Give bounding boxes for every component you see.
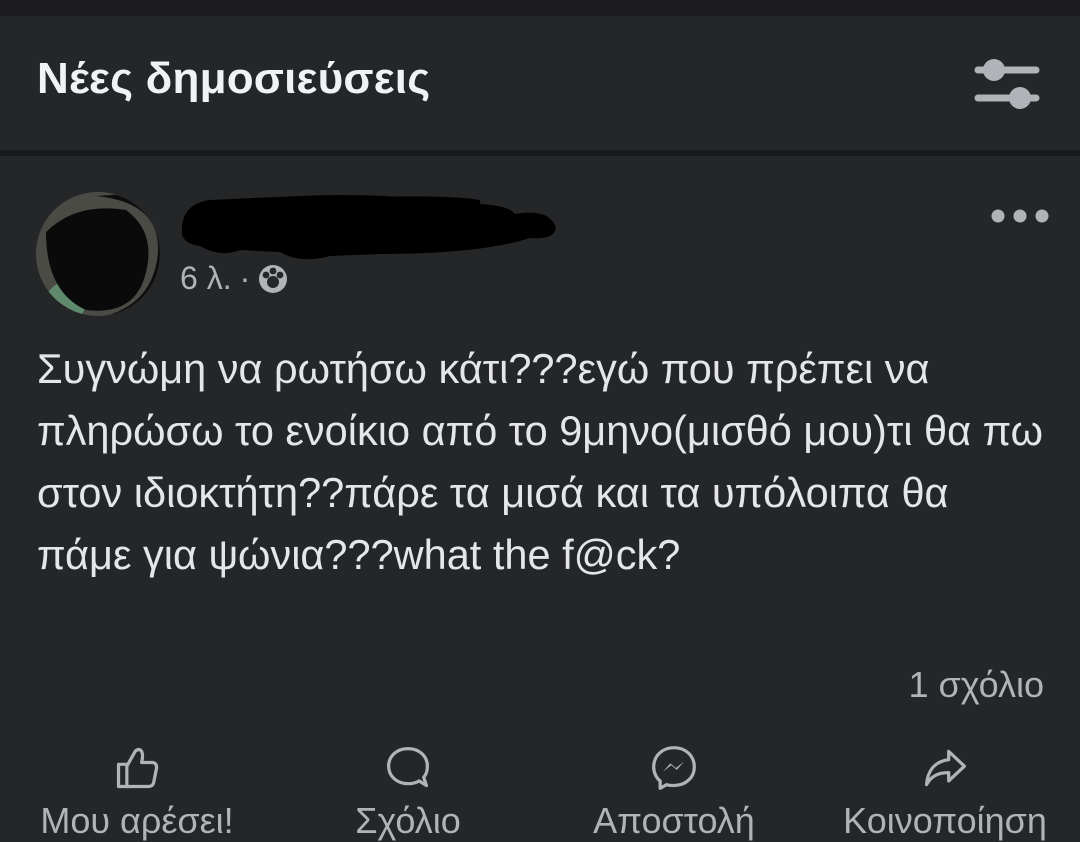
send-label: Αποστολή (593, 800, 755, 841)
avatar[interactable] (36, 192, 160, 316)
thumbs-up-icon (116, 747, 159, 789)
comment-button[interactable]: Σχόλιο (318, 738, 498, 842)
post-body-text: Συγνώμη να ρωτήσω κάτι???εγώ που πρέπει … (37, 345, 1044, 578)
meta-separator: · (239, 260, 251, 296)
share-label: Κοινοποίηση (843, 800, 1047, 841)
messenger-icon (652, 746, 696, 790)
more-horizontal-icon (991, 209, 1049, 223)
like-label: Μου αρέσει! (40, 800, 234, 841)
post-actions-bar: Μου αρέσει! Σχόλιο Αποστολή Κοινοποίηση (0, 738, 1080, 842)
more-options-button[interactable] (986, 200, 1054, 232)
share-button[interactable]: Κοινοποίηση (830, 738, 1060, 842)
status-bar-strip (0, 0, 1080, 16)
comment-label: Σχόλιο (355, 800, 461, 841)
group-icon[interactable] (258, 264, 288, 294)
send-button[interactable]: Αποστολή (578, 738, 770, 842)
sliders-icon[interactable] (974, 56, 1040, 112)
like-button[interactable]: Μου αρέσει! (22, 738, 252, 842)
post-card: 6 λ. · Συγνώμη να ρωτήσω κάτι???εγώ που … (0, 156, 1080, 842)
feed-screen: Νέες δημοσιεύσεις 6 λ. · Συγνώμη να ρωτή… (0, 0, 1080, 842)
comment-icon (387, 747, 429, 788)
share-icon (924, 749, 966, 787)
page-title: Νέες δημοσιεύσεις (37, 54, 431, 103)
comment-count[interactable]: 1 σχόλιο (908, 664, 1044, 706)
post-time[interactable]: 6 λ. (180, 260, 232, 297)
post-meta: 6 λ. · (180, 260, 288, 297)
feed-header: Νέες δημοσιεύσεις (0, 16, 1080, 152)
author-name[interactable] (180, 194, 560, 260)
